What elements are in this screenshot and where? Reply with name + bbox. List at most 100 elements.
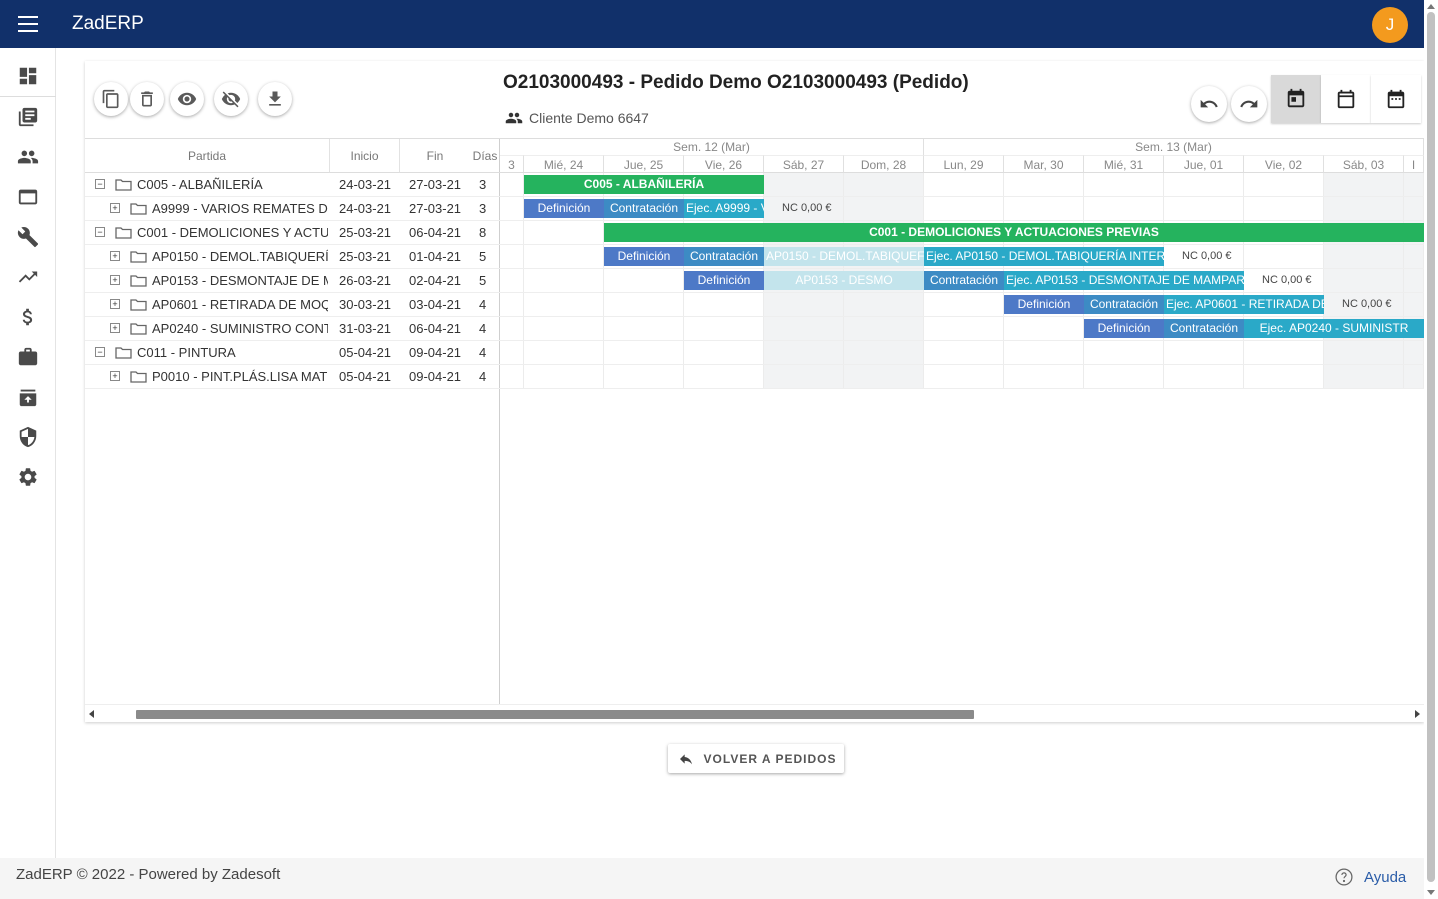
gantt-bar-con[interactable]: Contratación — [1084, 295, 1164, 314]
library-icon[interactable] — [17, 106, 39, 128]
folder-icon — [115, 346, 132, 359]
gantt-bar-green[interactable]: C001 - DEMOLICIONES Y ACTUACIONES PREVIA… — [604, 223, 1424, 242]
week-header: Sem. 13 (Mar) — [924, 139, 1424, 155]
scrollbar-thumb[interactable] — [136, 710, 974, 719]
collapse-icon[interactable]: − — [95, 179, 105, 189]
trending-icon[interactable] — [17, 266, 39, 288]
gantt-bar-def[interactable]: Definición — [524, 199, 604, 218]
scroll-up-icon[interactable] — [1427, 4, 1435, 9]
table-row[interactable]: − C011 - PINTURA 05-04-21 09-04-21 4 — [85, 341, 500, 365]
menu-icon[interactable] — [18, 16, 38, 32]
column-header-fin[interactable]: Fin — [400, 139, 470, 173]
row-dias: 4 — [479, 297, 487, 312]
row-inicio: 30-03-21 — [339, 297, 392, 312]
expand-icon[interactable]: + — [110, 371, 120, 381]
client-name: Cliente Demo 6647 — [529, 110, 649, 126]
folder-icon — [115, 178, 132, 191]
gantt-bar-eje[interactable]: Ejec. AP0601 - RETIRADA DE — [1164, 295, 1324, 314]
folder-icon — [130, 298, 147, 311]
task-table: Partida Inicio Fin Días − C005 - ALBAÑILE… — [85, 139, 500, 705]
dollar-icon[interactable] — [17, 306, 39, 328]
back-to-orders-button[interactable]: VOLVER A PEDIDOS — [668, 744, 844, 773]
row-inicio: 24-03-21 — [339, 201, 392, 216]
gantt-bar-def[interactable]: Definición — [604, 247, 684, 266]
archive-icon[interactable] — [17, 386, 39, 408]
row-dias: 3 — [479, 201, 487, 216]
row-partida: AP0153 - DESMONTAJE DE M — [152, 273, 328, 288]
table-row[interactable]: − C005 - ALBAÑILERÍA 24-03-21 27-03-21 3 — [85, 173, 500, 197]
order-gantt-card: O2103000493 - Pedido Demo O2103000493 (P… — [85, 61, 1424, 722]
table-row[interactable]: + P0010 - PINT.PLÁS.LISA MATI 05-04-21 09-0… — [85, 365, 500, 389]
table-row[interactable]: + AP0240 - SUMINISTRO CONT 31-03-21 06-04-2… — [85, 317, 500, 341]
row-inicio: 24-03-21 — [339, 177, 392, 192]
table-row[interactable]: − C001 - DEMOLICIONES Y ACTU 25-03-21 06-04… — [85, 221, 500, 245]
gantt-bar-eje[interactable]: Ejec. AP0240 - SUMINISTR — [1244, 319, 1424, 338]
dashboard-icon[interactable] — [17, 65, 39, 87]
help-link[interactable]: Ayuda — [1334, 867, 1406, 887]
gantt-bar-eje[interactable]: Ejec. AP0150 - DEMOL.TABIQUERÍA INTER — [924, 247, 1164, 266]
gantt-bar-def[interactable]: Definición — [684, 271, 764, 290]
expand-icon[interactable]: + — [110, 299, 120, 309]
row-inicio: 25-03-21 — [339, 249, 392, 264]
row-fin: 06-04-21 — [409, 321, 462, 336]
row-fin: 09-04-21 — [409, 345, 462, 360]
table-row[interactable]: + AP0153 - DESMONTAJE DE M 26-03-21 02-04-2… — [85, 269, 500, 293]
table-row[interactable]: + AP0150 - DEMOL.TABIQUERÍ. 25-03-21 01-04-… — [85, 245, 500, 269]
expand-icon[interactable]: + — [110, 275, 120, 285]
week-view-button[interactable] — [1321, 75, 1371, 123]
scroll-down-icon[interactable] — [1427, 890, 1435, 895]
day-header: Vie, 26 — [684, 155, 764, 173]
download-button[interactable] — [258, 82, 292, 116]
copy-button[interactable] — [94, 82, 128, 116]
month-view-button[interactable] — [1371, 75, 1421, 123]
gantt-bar-con[interactable]: Contratación — [924, 271, 1004, 290]
table-row[interactable]: + AP0601 - RETIRADA DE MOQ 30-03-21 03-04-2… — [85, 293, 500, 317]
column-header-inicio[interactable]: Inicio — [330, 139, 400, 173]
gantt-bar-eje[interactable]: Ejec. A9999 - V — [684, 199, 764, 218]
vertical-scrollbar-thumb[interactable] — [1427, 12, 1435, 882]
collapse-icon[interactable]: − — [95, 227, 105, 237]
gantt-bar-con[interactable]: Contratación — [684, 247, 764, 266]
show-button[interactable] — [170, 82, 204, 116]
vertical-scrollbar[interactable] — [1424, 0, 1438, 899]
gantt-grid: Partida Inicio Fin Días − C005 - ALBAÑILE… — [85, 138, 1424, 705]
day-view-button[interactable] — [1271, 75, 1321, 123]
row-fin: 03-04-21 — [409, 297, 462, 312]
browser-icon[interactable] — [17, 186, 39, 208]
hide-button[interactable] — [214, 82, 248, 116]
expand-icon[interactable]: + — [110, 203, 120, 213]
scroll-left-icon[interactable] — [89, 710, 94, 718]
gantt-bar-ghost[interactable]: AP0153 - DESMO — [764, 271, 924, 290]
document-title: O2103000493 - Pedido Demo O2103000493 (P… — [503, 72, 969, 93]
row-partida: AP0240 - SUMINISTRO CONT — [152, 321, 328, 336]
scroll-right-icon[interactable] — [1415, 710, 1420, 718]
undo-button[interactable] — [1191, 86, 1227, 122]
gantt-bar-def[interactable]: Definición — [1084, 319, 1164, 338]
expand-icon[interactable]: + — [110, 323, 120, 333]
shield-icon[interactable] — [17, 426, 39, 448]
app-title: ZadERP — [72, 13, 144, 34]
gantt-bar-def[interactable]: Definición — [1004, 295, 1084, 314]
collapse-icon[interactable]: − — [95, 347, 105, 357]
briefcase-icon[interactable] — [17, 346, 39, 368]
delete-button[interactable] — [130, 82, 164, 116]
redo-button[interactable] — [1231, 86, 1267, 122]
people-icon — [505, 112, 523, 124]
gantt-bar-con[interactable]: Contratación — [604, 199, 684, 218]
user-avatar[interactable]: J — [1372, 7, 1408, 43]
folder-icon — [130, 274, 147, 287]
gear-icon[interactable] — [17, 466, 39, 488]
people-icon[interactable] — [17, 146, 39, 168]
horizontal-scrollbar[interactable] — [85, 704, 1424, 722]
gantt-bar-con[interactable]: Contratación — [1164, 319, 1244, 338]
row-dias: 4 — [479, 369, 487, 384]
expand-icon[interactable]: + — [110, 251, 120, 261]
column-header-dias[interactable]: Días — [470, 139, 500, 173]
gantt-bar-eje[interactable]: Ejec. AP0153 - DESMONTAJE DE MAMPAR — [1004, 271, 1244, 290]
row-inicio: 05-04-21 — [339, 345, 392, 360]
wrench-icon[interactable] — [17, 226, 39, 248]
table-row[interactable]: + A9999 - VARIOS REMATES DI 24-03-21 27-03-… — [85, 197, 500, 221]
gantt-bar-ghost[interactable]: AP0150 - DEMOL.TABIQUEF — [764, 247, 924, 266]
column-header-partida[interactable]: Partida — [85, 139, 330, 173]
gantt-bar-green[interactable]: C005 - ALBAÑILERÍA — [524, 175, 764, 194]
